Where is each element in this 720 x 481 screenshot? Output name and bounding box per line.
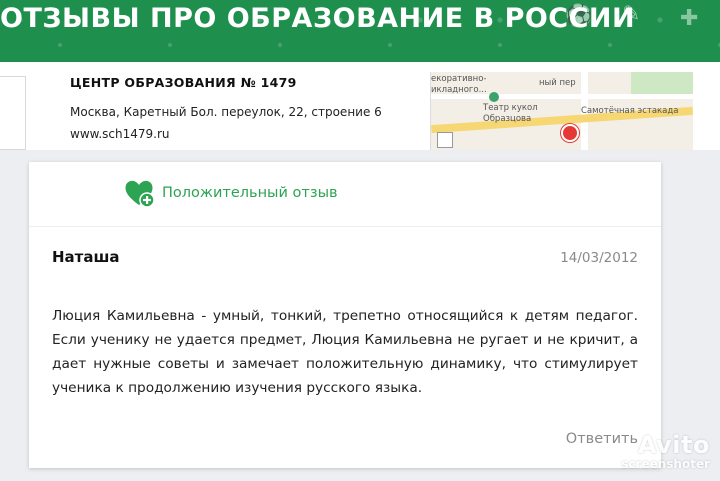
map-label: ный пер <box>539 78 576 88</box>
review-date: 14/03/2012 <box>560 250 638 266</box>
watermark: Avito screenshoter <box>621 431 710 471</box>
organization-name[interactable]: ЦЕНТР ОБРАЗОВАНИЯ № 1479 <box>70 75 297 90</box>
map-zoom-control[interactable] <box>437 132 453 148</box>
heart-plus-icon <box>123 177 155 209</box>
theatre-marker-icon <box>489 92 499 102</box>
review-sentiment: Положительный отзыв <box>123 177 338 209</box>
sentiment-label: Положительный отзыв <box>162 185 338 201</box>
map-label: екоративно- <box>431 74 487 84</box>
divider <box>29 226 661 227</box>
watermark-sub: screenshoter <box>621 457 710 471</box>
map-label: Театр кукол <box>483 103 538 113</box>
organization-website[interactable]: www.sch1479.ru <box>70 127 170 141</box>
logo-frame <box>0 76 26 150</box>
review-text: Люция Камильевна - умный, тонкий, трепет… <box>52 308 638 396</box>
review-author: Наташа <box>52 248 120 266</box>
location-map[interactable]: екоративно- икладного... Театр кукол Обр… <box>430 72 693 150</box>
book-icon: ✚ <box>680 6 699 31</box>
location-pin-icon[interactable] <box>561 124 579 142</box>
map-label: икладного... <box>431 85 487 95</box>
map-label: Самотёчная эстакада <box>581 106 679 116</box>
organization-address: Москва, Каретный Бол. переулок, 22, стро… <box>70 105 382 119</box>
map-park <box>631 72 693 94</box>
page-banner: ⚽ ✎ ✚ ОТЗЫВЫ ПРО ОБРАЗОВАНИЕ В РОССИИ <box>0 0 720 62</box>
watermark-brand: Avito <box>637 431 710 459</box>
map-label: Образцова <box>483 114 532 124</box>
page-title: ОТЗЫВЫ ПРО ОБРАЗОВАНИЕ В РОССИИ <box>0 3 636 34</box>
review-card: Положительный отзыв Наташа 14/03/2012 Лю… <box>29 162 661 468</box>
